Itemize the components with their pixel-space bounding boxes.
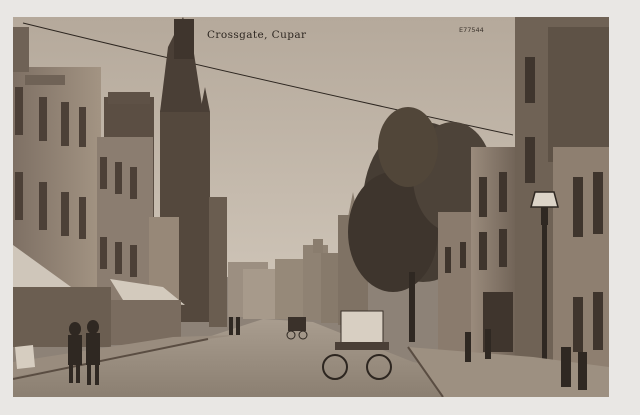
street-photograph [13, 17, 609, 397]
postcard-caption: Crossgate, Cupar [207, 29, 307, 41]
child-figure [15, 345, 35, 369]
lamp-head [530, 191, 559, 208]
serial-number: E77544 [459, 26, 484, 34]
